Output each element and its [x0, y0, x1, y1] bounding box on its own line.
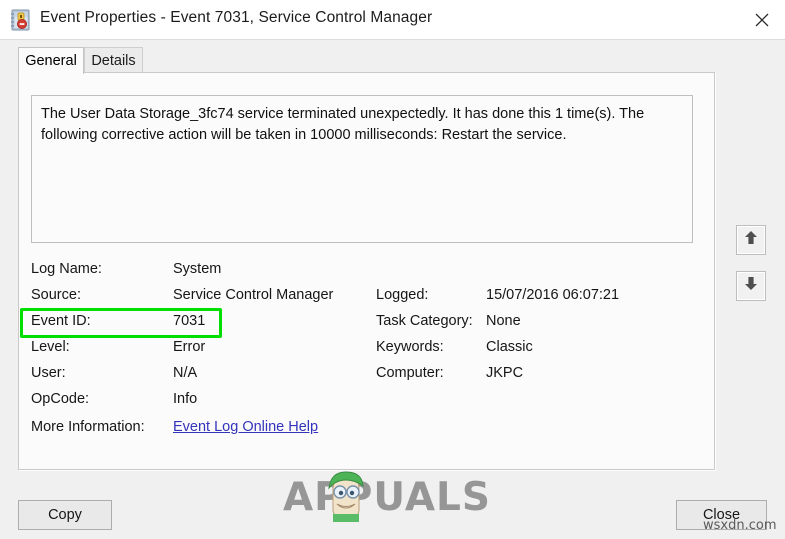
- event-log-error-icon: [10, 9, 32, 31]
- appuals-watermark-text: APPUALS: [283, 475, 491, 520]
- field-label-event-id: Event ID:: [31, 313, 91, 329]
- field-value-user: N/A: [173, 365, 198, 381]
- event-description-box[interactable]: The User Data Storage_3fc74 service term…: [31, 95, 693, 243]
- tab-details[interactable]: Details: [84, 47, 143, 73]
- title-bar: Event Properties - Event 7031, Service C…: [0, 0, 785, 40]
- field-row-user: User: N/A: [31, 365, 361, 387]
- close-button[interactable]: Close: [676, 500, 767, 530]
- next-event-button[interactable]: [736, 271, 766, 301]
- event-fields: Log Name: System Source: Service Control…: [31, 261, 701, 451]
- field-row-more-information: More Information: Event Log Online Help: [31, 419, 361, 441]
- field-value-source: Service Control Manager: [173, 287, 334, 303]
- field-row-level: Level: Error: [31, 339, 361, 361]
- event-properties-dialog: Event Properties - Event 7031, Service C…: [0, 0, 785, 539]
- field-label-keywords: Keywords:: [376, 339, 444, 355]
- field-row-opcode: OpCode: Info: [31, 391, 361, 413]
- field-row-source: Source: Service Control Manager: [31, 287, 361, 309]
- field-value-event-id: 7031: [173, 313, 206, 329]
- field-value-computer: JKPC: [486, 365, 524, 381]
- arrow-up-icon: [744, 230, 758, 250]
- field-value-level: Error: [173, 339, 206, 355]
- tab-strip: General Details: [18, 47, 715, 74]
- tab-general-label: General: [25, 53, 77, 69]
- general-tab-panel: The User Data Storage_3fc74 service term…: [18, 72, 715, 470]
- field-row-logged: Logged: 15/07/2016 06:07:21: [376, 287, 696, 309]
- field-label-opcode: OpCode:: [31, 391, 90, 407]
- field-row-task-category: Task Category: None: [376, 313, 696, 335]
- field-label-task-category: Task Category:: [376, 313, 473, 329]
- copy-button-label: Copy: [48, 507, 82, 523]
- tab-details-label: Details: [91, 52, 136, 69]
- field-label-source: Source:: [31, 287, 81, 303]
- field-value-log-name: System: [173, 261, 222, 277]
- field-row-log-name: Log Name: System: [31, 261, 361, 283]
- field-label-more-information: More Information:: [31, 419, 145, 435]
- field-value-keywords: Classic: [486, 339, 533, 355]
- field-label-level: Level:: [31, 339, 70, 355]
- field-row-keywords: Keywords: Classic: [376, 339, 696, 361]
- field-label-logged: Logged:: [376, 287, 429, 303]
- previous-event-button[interactable]: [736, 225, 766, 255]
- field-value-task-category: None: [486, 313, 521, 329]
- field-label-user: User:: [31, 365, 66, 381]
- appuals-watermark: APPUALS: [283, 471, 508, 522]
- window-title: Event Properties - Event 7031, Service C…: [40, 9, 433, 26]
- event-description-text: The User Data Storage_3fc74 service term…: [41, 106, 649, 143]
- field-label-computer: Computer:: [376, 365, 444, 381]
- field-row-computer: Computer: JKPC: [376, 365, 696, 387]
- field-value-logged: 15/07/2016 06:07:21: [486, 287, 620, 303]
- field-label-log-name: Log Name:: [31, 261, 102, 277]
- tab-general[interactable]: General: [18, 47, 84, 74]
- close-icon[interactable]: [739, 0, 785, 39]
- close-button-label: Close: [702, 507, 741, 523]
- arrow-down-icon: [744, 276, 758, 296]
- copy-button[interactable]: Copy: [18, 500, 112, 530]
- appuals-mascot-icon: [323, 470, 369, 522]
- field-row-event-id: Event ID: 7031: [31, 313, 361, 335]
- event-log-online-help-link[interactable]: Event Log Online Help: [173, 419, 318, 435]
- field-value-opcode: Info: [173, 391, 198, 407]
